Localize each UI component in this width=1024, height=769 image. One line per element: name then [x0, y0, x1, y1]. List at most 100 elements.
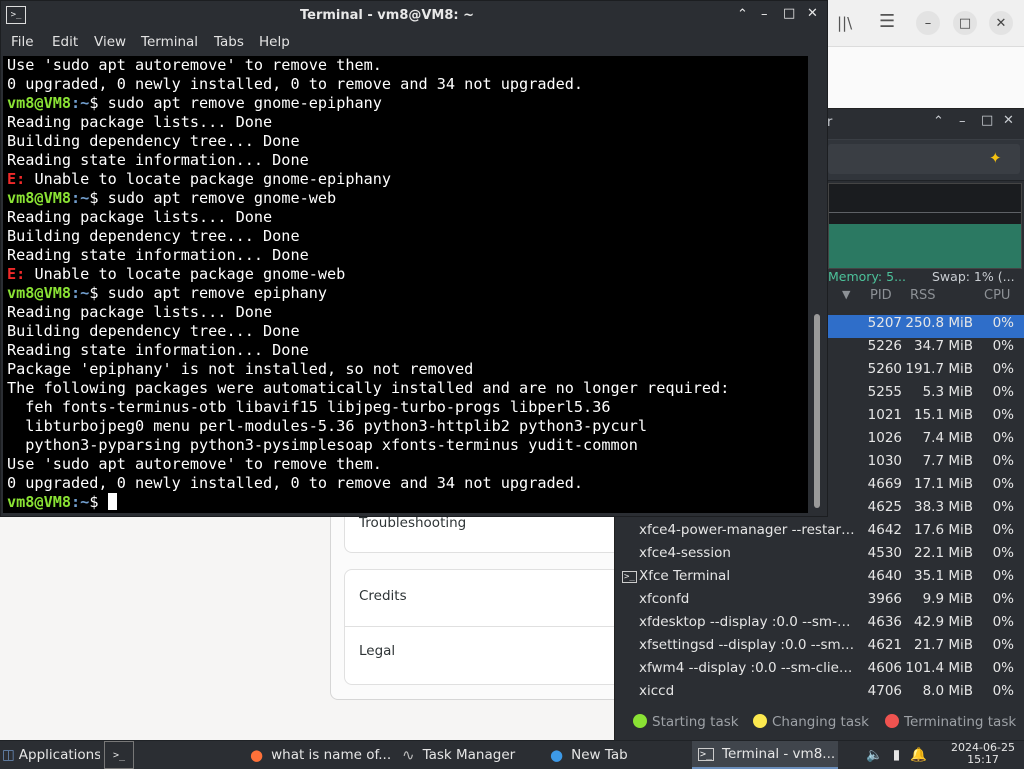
rss-column-header[interactable]: RSS — [910, 288, 936, 303]
notification-bell-icon[interactable]: 🔔 — [910, 747, 927, 763]
maximize-icon[interactable]: □ — [953, 11, 977, 35]
process-row[interactable]: xfwm4 --display :0.0 --sm-clien... 4606 10… — [615, 660, 1024, 683]
legend-label: Starting task — [652, 714, 739, 730]
process-cpu: 0% — [992, 315, 1014, 331]
cpu-column-header[interactable]: CPU — [984, 288, 1010, 303]
process-row[interactable]: xfce4-session 4530 22.1 MiB 0% — [615, 545, 1024, 568]
terminal-icon: >_ — [622, 571, 637, 583]
pid-column-header[interactable]: PID — [870, 288, 892, 303]
process-row[interactable]: xfdesktop --display :0.0 --sm-cl... 4636 4… — [615, 614, 1024, 637]
tray: 🔈 ▮ 🔔 — [862, 741, 942, 769]
terminal-icon: >_ — [112, 749, 126, 761]
process-rss: 34.7 MiB — [913, 338, 973, 354]
menu-terminal[interactable]: Terminal — [141, 34, 198, 50]
terminal-line: Use 'sudo apt autoremove' to remove them… — [7, 56, 382, 74]
close-icon[interactable]: ✕ — [989, 11, 1013, 35]
volume-icon[interactable]: 🔈 — [866, 747, 883, 763]
terminal-line: Building dependency tree... Done — [7, 322, 300, 340]
taskbar-window-label: what is name of... — [271, 747, 392, 763]
process-pid: 5260 — [867, 361, 902, 377]
terminal-line: Reading state information... Done — [7, 246, 309, 264]
battery-icon[interactable]: ▮ — [893, 747, 900, 763]
process-cpu: 0% — [992, 499, 1014, 515]
library-icon[interactable]: ||\ — [837, 14, 852, 32]
process-rss: 35.1 MiB — [913, 568, 973, 584]
taskbar-window-button[interactable]: >_ Terminal - vm8... — [692, 741, 838, 769]
legend-color-dot — [753, 714, 767, 728]
sort-chevron-icon[interactable]: ▼ — [842, 288, 850, 301]
process-cpu: 0% — [992, 614, 1014, 630]
terminal-line: Reading package lists... Done — [7, 303, 273, 321]
process-pid: 4640 — [867, 568, 902, 584]
credits-legal-box: Credits Legal — [344, 569, 626, 685]
process-pid: 5255 — [867, 384, 902, 400]
process-cpu: 0% — [992, 476, 1014, 492]
process-row[interactable]: xfce4-power-manager --restart ... 4642 17.… — [615, 522, 1024, 545]
shade-icon[interactable]: ⌃ — [737, 7, 748, 22]
troubleshooting-item[interactable]: Troubleshooting — [359, 515, 466, 531]
prompt-path: :~ — [71, 94, 90, 112]
process-list-header[interactable]: ▼ PID RSS CPU — [828, 285, 1024, 307]
applications-menu-button[interactable]: ◫ Applications — [2, 741, 100, 769]
legend-item: Terminating task — [885, 714, 1016, 730]
prompt-user: vm8@VM8 — [7, 94, 72, 112]
menu-tabs[interactable]: Tabs — [214, 34, 244, 50]
prompt-path: :~ — [71, 493, 90, 511]
process-cpu: 0% — [992, 384, 1014, 400]
terminal-line: vm8@VM8:~$ sudo apt remove epiphany — [7, 284, 327, 303]
prompt-command: $ sudo apt remove gnome-epiphany — [89, 94, 382, 112]
terminal-line: vm8@VM8:~$ sudo apt remove gnome-epiphan… — [7, 94, 382, 113]
process-pid: 4636 — [867, 614, 902, 630]
clock[interactable]: 2024-06-25 15:17 — [948, 742, 1018, 766]
terminal-line: 0 upgraded, 0 newly installed, 0 to remo… — [7, 75, 584, 93]
terminal-scrollbar[interactable] — [811, 56, 825, 513]
clear-broom-icon[interactable]: ✦ — [989, 149, 1002, 167]
minimize-icon[interactable]: – — [959, 114, 966, 129]
close-icon[interactable]: ✕ — [1003, 113, 1014, 128]
terminal-titlebar[interactable]: >_ Terminal - vm8@VM8: ~ ⌃ – □ ✕ — [1, 1, 827, 31]
maximize-icon[interactable]: □ — [981, 113, 993, 128]
process-cpu: 0% — [992, 522, 1014, 538]
process-pid: 1026 — [867, 430, 902, 446]
error-message: Unable to locate package gnome-epiphany — [25, 170, 392, 188]
taskbar-window-button[interactable]: ● New Tab — [544, 741, 690, 769]
shade-icon[interactable]: ⌃ — [933, 114, 944, 129]
menu-help[interactable]: Help — [259, 34, 290, 50]
scrollbar-thumb[interactable] — [814, 314, 820, 508]
process-row[interactable]: >_ Xfce Terminal 4640 35.1 MiB 0% — [615, 568, 1024, 591]
menu-file[interactable]: File — [11, 34, 34, 50]
terminal-launcher[interactable]: >_ — [104, 741, 134, 769]
hamburger-menu-icon[interactable]: ☰ — [879, 11, 895, 32]
taskbar-window-label: Task Manager — [422, 747, 516, 763]
process-pid: 5207 — [867, 315, 902, 331]
legend-label: Terminating task — [904, 714, 1017, 730]
terminal-line: Package 'epiphany' is not installed, so … — [7, 360, 474, 378]
credits-item[interactable]: Credits — [359, 588, 407, 604]
prompt-user: vm8@VM8 — [7, 189, 72, 207]
process-pid: 5226 — [867, 338, 902, 354]
process-rss: 9.9 MiB — [922, 591, 973, 607]
process-row[interactable]: xiccd 4706 8.0 MiB 0% — [615, 683, 1024, 706]
process-rss: 101.4 MiB — [905, 660, 973, 676]
minimize-icon[interactable]: – — [916, 11, 940, 35]
menu-edit[interactable]: Edit — [52, 34, 78, 50]
maximize-icon[interactable]: □ — [783, 6, 795, 21]
cpu-memory-graph — [828, 183, 1022, 269]
taskbar-window-button[interactable]: ● what is name of... — [244, 741, 394, 769]
terminal-line: libturbojpeg0 menu perl-modules-5.36 pyt… — [7, 417, 648, 435]
process-row[interactable]: xfsettingsd --display :0.0 --sm-... 4621 2… — [615, 637, 1024, 660]
process-cpu: 0% — [992, 568, 1014, 584]
terminal-menubar: File Edit View Terminal Tabs Help — [1, 31, 827, 55]
terminal-line: 0 upgraded, 0 newly installed, 0 to remo… — [7, 474, 584, 492]
process-rss: 38.3 MiB — [913, 499, 973, 515]
taskbar-window-button[interactable]: ∿ Task Manager — [396, 741, 542, 769]
menu-view[interactable]: View — [94, 34, 126, 50]
terminal-line: The following packages were automaticall… — [7, 379, 730, 397]
process-pid: 4642 — [867, 522, 902, 538]
minimize-icon[interactable]: – — [761, 7, 768, 22]
close-icon[interactable]: ✕ — [807, 6, 818, 21]
process-name: Xfce Terminal — [639, 568, 731, 584]
legal-item[interactable]: Legal — [359, 643, 395, 659]
process-row[interactable]: xfconfd 3966 9.9 MiB 0% — [615, 591, 1024, 614]
terminal-output[interactable]: Use 'sudo apt autoremove' to remove them… — [3, 56, 808, 513]
